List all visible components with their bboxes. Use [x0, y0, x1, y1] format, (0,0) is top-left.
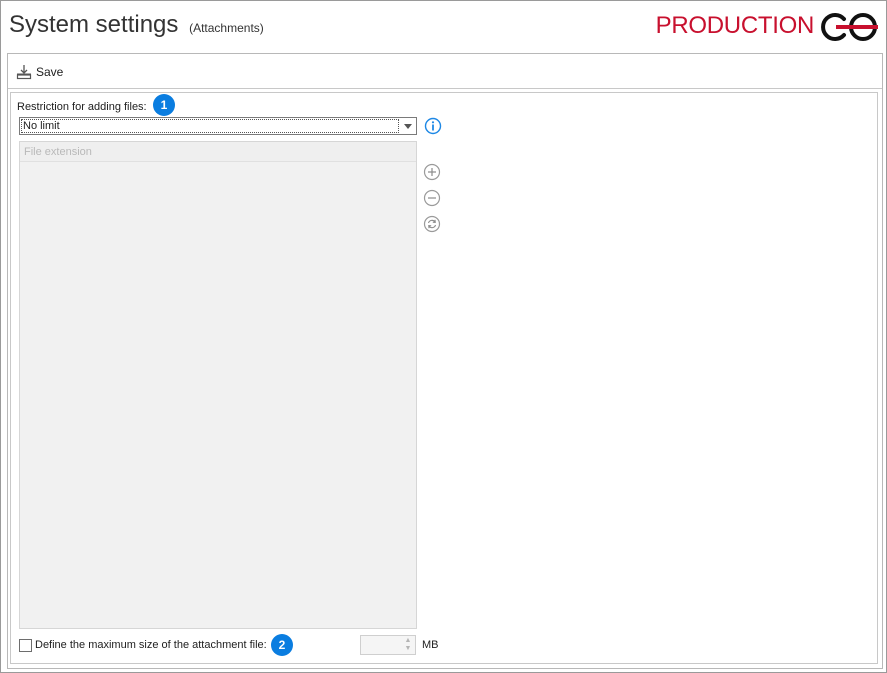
- file-extension-grid[interactable]: File extension: [19, 141, 417, 629]
- title-bar: System settings (Attachments) PRODUCTION: [1, 1, 886, 51]
- plus-circle-icon[interactable]: [423, 163, 441, 181]
- page-title-text: System settings: [9, 11, 179, 38]
- refresh-icon[interactable]: [423, 215, 441, 233]
- callout-badge-2: 2: [271, 634, 293, 656]
- restriction-select[interactable]: No limit: [19, 117, 417, 135]
- spin-down-icon[interactable]: ▼: [403, 645, 413, 653]
- max-size-unit: MB: [422, 639, 439, 651]
- callout-badge-1: 1: [153, 94, 175, 116]
- settings-panel: Save Restriction for adding files: 1 No …: [7, 53, 883, 669]
- page-subtitle: (Attachments): [189, 21, 264, 35]
- chevron-down-icon[interactable]: [400, 118, 416, 134]
- environment-logo-icon: [821, 13, 878, 41]
- save-icon: [16, 65, 32, 80]
- toolbar: Save: [8, 54, 882, 89]
- environment-label: PRODUCTION: [655, 12, 815, 39]
- save-button[interactable]: Save: [16, 61, 63, 83]
- max-size-input[interactable]: ▲ ▼: [360, 635, 416, 655]
- restriction-label: Restriction for adding files:: [17, 101, 147, 113]
- max-size-label[interactable]: Define the maximum size of the attachmen…: [35, 639, 267, 651]
- page-title: System settings (Attachments): [9, 11, 264, 39]
- save-button-label: Save: [36, 65, 64, 79]
- restriction-select-value: No limit: [23, 120, 60, 132]
- max-size-checkbox[interactable]: [19, 639, 32, 652]
- content-area: Restriction for adding files: 1 No limit…: [10, 92, 878, 664]
- spin-up-icon[interactable]: ▲: [403, 637, 413, 645]
- minus-circle-icon[interactable]: [423, 189, 441, 207]
- info-icon[interactable]: [424, 117, 442, 135]
- grid-column-header[interactable]: File extension: [20, 142, 416, 162]
- settings-window: System settings (Attachments) PRODUCTION…: [0, 0, 887, 673]
